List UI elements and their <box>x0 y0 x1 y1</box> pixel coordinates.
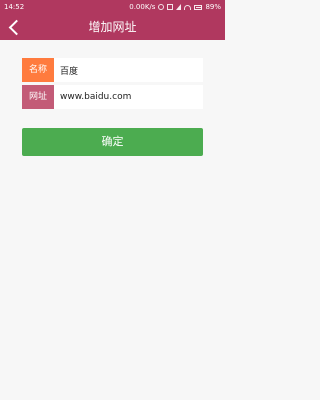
url-input[interactable] <box>54 85 203 109</box>
url-row: 网址 <box>22 85 203 109</box>
alarm-icon <box>158 4 165 10</box>
status-icons-group: 0.00K/s 89% <box>129 0 221 14</box>
signal-icon <box>176 4 182 10</box>
page-title: 增加网址 <box>88 20 137 34</box>
sim-icon <box>167 4 174 10</box>
name-input[interactable] <box>54 58 203 82</box>
wifi-icon <box>184 4 192 10</box>
title-bar: 增加网址 <box>0 14 225 40</box>
name-label: 名称 <box>22 58 54 82</box>
status-bar: 14:52 0.00K/s 89% <box>0 0 225 14</box>
add-url-form: 名称 网址 <box>22 58 203 112</box>
battery-percentage: 89% <box>205 3 221 11</box>
confirm-button[interactable]: 确定 <box>22 128 203 156</box>
name-row: 名称 <box>22 58 203 82</box>
battery-icon <box>194 4 203 10</box>
top-app-bar: 14:52 0.00K/s 89% 增加网址 <box>0 0 225 40</box>
status-time: 14:52 <box>4 3 25 11</box>
url-label: 网址 <box>22 85 54 109</box>
network-speed: 0.00K/s <box>129 3 156 11</box>
